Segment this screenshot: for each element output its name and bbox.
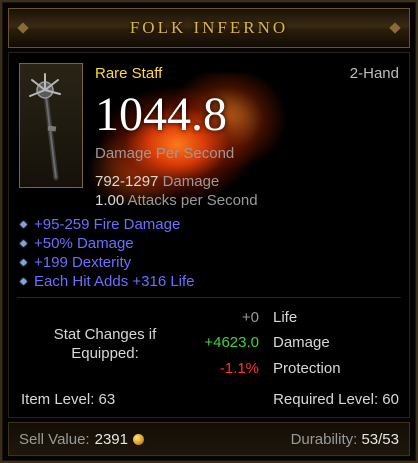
stat-change-value: -1.1% [219, 360, 259, 377]
stat-change-name: Protection [273, 360, 341, 377]
item-name: FOLK INFERNO [129, 18, 289, 37]
affix-text: +95-259 Fire Damage [34, 216, 181, 233]
affix-item: +50% Damage [19, 234, 195, 253]
stat-changes-label: Stat Changes if Equipped: [53, 326, 157, 362]
affix-text: +50% Damage [34, 235, 134, 252]
attack-speed-label: Attacks per Second [127, 192, 258, 209]
damage-range-label: Damage [162, 173, 220, 190]
required-level: Required Level: 60 [273, 391, 399, 408]
item-tooltip: FOLK INFERNO Rare Staff 2-Hand 1044.8 Da… [0, 0, 418, 463]
stat-change-name: Damage [273, 334, 330, 351]
staff-icon [29, 73, 61, 181]
sell-value: Sell Value: 2391 [19, 431, 144, 448]
affix-item: Each Hit Adds +316 Life [19, 272, 195, 291]
affix-item: +95-259 Fire Damage [19, 215, 195, 234]
stat-change-value: +0 [241, 309, 259, 326]
sell-value-amount: 2391 [94, 431, 128, 448]
item-name-banner: FOLK INFERNO [8, 8, 410, 48]
diamond-bullet-icon [19, 239, 28, 248]
durability-value: 53/53 [361, 431, 399, 448]
diamond-bullet-icon [19, 258, 28, 267]
sell-value-label: Sell Value: [19, 431, 90, 448]
diamond-bullet-icon [19, 277, 28, 286]
dps-value: 1044.8 [95, 88, 227, 141]
dps-label: Damage Per Second [95, 145, 235, 162]
section-divider [17, 297, 401, 298]
durability-label: Durability: [290, 431, 358, 448]
item-level: Item Level: 63 [21, 391, 116, 408]
stat-change-row-life: +0 Life [169, 309, 399, 333]
gold-coin-icon [132, 434, 144, 445]
diamond-bullet-icon [19, 220, 28, 229]
attack-speed-value: 1.00 [95, 192, 125, 209]
item-icon-frame [19, 63, 83, 188]
damage-range-value: 792-1297 [95, 173, 159, 190]
stat-change-value: +4623.0 [204, 334, 259, 351]
durability: Durability: 53/53 [291, 431, 399, 448]
affix-text: +199 Dexterity [34, 254, 132, 271]
item-footer: Sell Value: 2391 Durability: 53/53 [8, 422, 410, 456]
stat-change-row-damage: +4623.0 Damage [169, 334, 399, 358]
attack-speed-line: 1.00 Attacks per Second [95, 192, 258, 209]
stat-change-row-protection: -1.1% Protection [169, 360, 399, 384]
item-type: Rare Staff [95, 65, 163, 82]
stat-change-name: Life [273, 309, 298, 326]
affix-item: +199 Dexterity [19, 253, 195, 272]
affix-list: +95-259 Fire Damage +50% Damage +199 Dex… [19, 215, 195, 291]
affix-text: Each Hit Adds +316 Life [34, 273, 195, 290]
item-hand-type: 2-Hand [349, 65, 399, 82]
item-details-panel: Rare Staff 2-Hand 1044.8 Damage Per Seco… [8, 52, 410, 418]
damage-range-line: 792-1297 Damage [95, 173, 219, 190]
